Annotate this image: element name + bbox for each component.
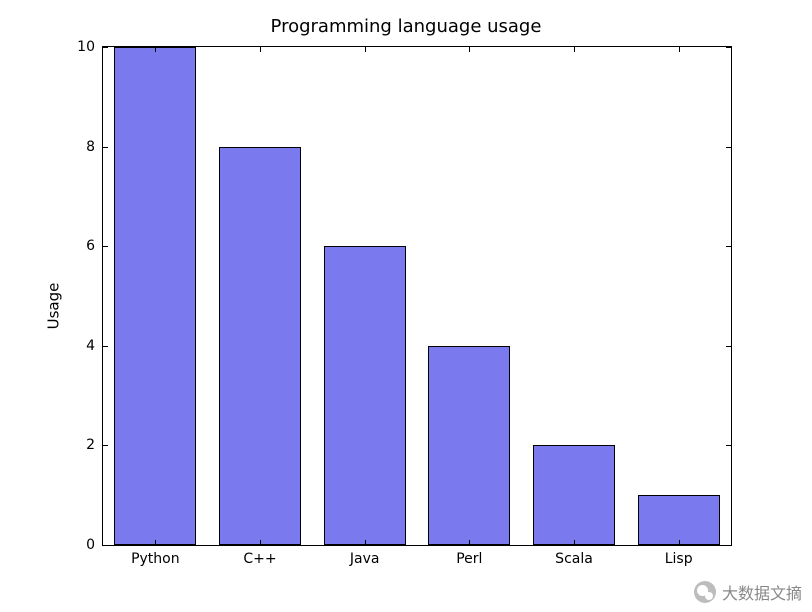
bar-perl [428,346,510,545]
y-tick-label: 8 [86,139,103,155]
y-tick-mark [726,147,732,148]
x-tick-mark [574,46,575,52]
y-tick-mark [102,445,108,446]
watermark: 大数据文摘 [694,580,802,604]
bar-scala [533,445,615,545]
x-tick-label: Java [350,545,380,567]
watermark-text: 大数据文摘 [722,580,802,604]
x-tick-mark [679,46,680,52]
bar-java [324,246,406,545]
y-tick-mark [102,246,108,247]
x-tick-label: C++ [243,545,276,567]
y-axis-label: Usage [30,0,77,612]
bar-python [114,47,196,545]
y-tick-mark [102,346,108,347]
x-tick-mark [365,46,366,52]
y-tick-mark [102,545,108,546]
y-tick-mark [726,545,732,546]
x-tick-label: Scala [555,545,593,567]
y-tick-mark [726,445,732,446]
x-tick-label: Lisp [665,545,693,567]
y-tick-mark [726,47,732,48]
chart-axes: 0246810PythonC++JavaPerlScalaLisp [102,46,732,546]
y-tick-label: 4 [86,338,103,354]
y-tick-mark [102,147,108,148]
y-tick-mark [102,47,108,48]
x-tick-mark [260,540,261,546]
x-tick-mark [574,540,575,546]
y-tick-label: 10 [77,39,103,55]
x-tick-mark [260,46,261,52]
x-tick-mark [155,540,156,546]
x-tick-mark [469,46,470,52]
y-tick-label: 6 [86,238,103,254]
figure: Programming language usage Usage 0246810… [0,0,812,612]
x-tick-mark [365,540,366,546]
x-tick-label: Perl [456,545,482,567]
y-tick-label: 2 [86,437,103,453]
x-tick-label: Python [131,545,180,567]
x-tick-mark [679,540,680,546]
y-tick-mark [726,346,732,347]
x-tick-mark [155,46,156,52]
y-tick-mark [726,246,732,247]
bar-lisp [638,495,720,545]
x-tick-mark [469,540,470,546]
y-tick-label: 0 [86,537,103,553]
bar-cpp [219,147,301,545]
wechat-icon [694,581,716,603]
chart-title: Programming language usage [0,16,812,37]
